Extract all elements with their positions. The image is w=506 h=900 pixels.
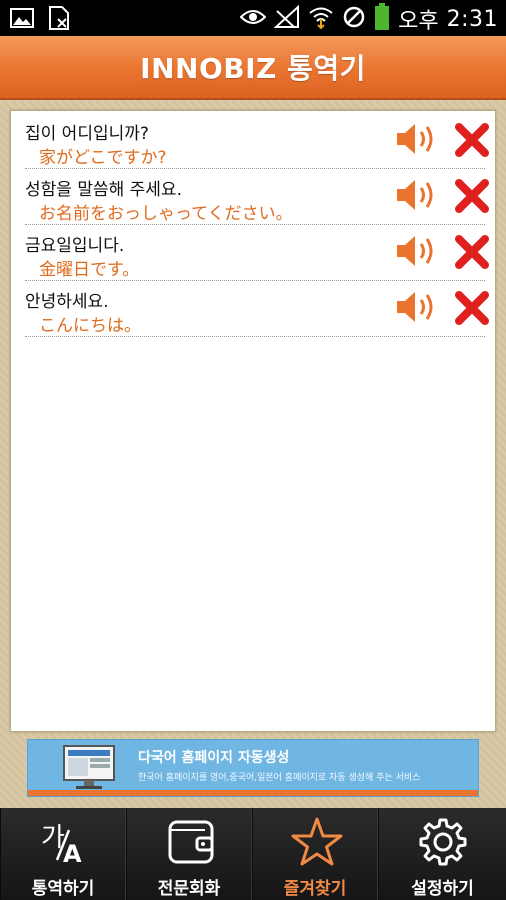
speaker-icon[interactable] (395, 177, 439, 213)
tab-translate[interactable]: 가A 통역하기 (0, 808, 126, 900)
document-icon (48, 6, 70, 34)
japanese-translation: お名前をおっしゃってください。 (39, 204, 293, 224)
wifi-icon (308, 5, 334, 33)
status-bar: 오후 2:31 (0, 0, 506, 36)
signal-muted-icon (273, 4, 300, 33)
status-ampm: 오후 (398, 9, 439, 34)
tab-label: 전문회화 (157, 879, 221, 899)
promo-banner[interactable]: 다국어 홈페이지 자동생성 한국어 홈페이지를 영어,중국어,일본어 홈페이지로… (27, 739, 479, 797)
tab-favorites[interactable]: 즐겨찾기 (252, 808, 378, 900)
gear-icon (417, 816, 469, 868)
speaker-icon[interactable] (395, 121, 439, 157)
list-item[interactable]: 금요일입니다. 金曜日です。 (25, 225, 489, 281)
svg-text:A: A (63, 840, 82, 868)
star-icon (291, 816, 343, 868)
tab-label: 통역하기 (31, 879, 95, 899)
list-item[interactable]: 성함을 말씀해 주세요. お名前をおっしゃってください。 (25, 169, 489, 225)
tab-label: 설정하기 (411, 879, 474, 899)
favorites-list: 집이 어디입니까? 家がどこですか? 성함을 말씀해 주세요. お名前をおっしゃ… (10, 110, 496, 732)
korean-phrase: 안녕하세요. (25, 292, 109, 312)
japanese-translation: 金曜日です。 (39, 260, 140, 280)
list-item[interactable]: 안녕하세요. こんにちは。 (25, 281, 489, 337)
eye-icon (239, 7, 267, 31)
delete-icon[interactable] (453, 177, 491, 215)
translate-icon: 가A (39, 816, 91, 868)
tab-label: 즐겨찾기 (283, 879, 347, 899)
korean-phrase: 집이 어디입니까? (25, 124, 149, 144)
wallet-icon (165, 816, 217, 868)
delete-icon[interactable] (453, 121, 491, 159)
blocked-icon (342, 5, 366, 33)
japanese-translation: こんにちは。 (39, 316, 141, 336)
banner-title: 다국어 홈페이지 자동생성 (138, 750, 290, 766)
delete-icon[interactable] (453, 233, 491, 271)
delete-icon[interactable] (453, 289, 491, 327)
app-header: INNOBIZ 통역기 (0, 36, 506, 100)
list-item[interactable]: 집이 어디입니까? 家がどこですか? (25, 113, 489, 169)
japanese-translation: 家がどこですか? (39, 148, 167, 168)
status-time: 2:31 (446, 6, 498, 32)
monitor-icon (62, 744, 122, 789)
tab-settings[interactable]: 설정하기 (378, 808, 506, 900)
banner-subtitle: 한국어 홈페이지를 영어,중국어,일본어 홈페이지로 자동 생성해 주는 서비스 (138, 773, 421, 783)
bottom-tab-bar: 가A 통역하기 전문회화 즐겨찾기 설정하기 (0, 808, 506, 900)
picture-icon (10, 7, 34, 33)
battery-icon (374, 3, 390, 35)
app-title: INNOBIZ 통역기 (140, 52, 366, 85)
speaker-icon[interactable] (395, 289, 439, 325)
korean-phrase: 성함을 말씀해 주세요. (25, 180, 182, 200)
banner-stripe (28, 790, 478, 796)
tab-conversation[interactable]: 전문회화 (126, 808, 252, 900)
korean-phrase: 금요일입니다. (25, 236, 125, 256)
speaker-icon[interactable] (395, 233, 439, 269)
